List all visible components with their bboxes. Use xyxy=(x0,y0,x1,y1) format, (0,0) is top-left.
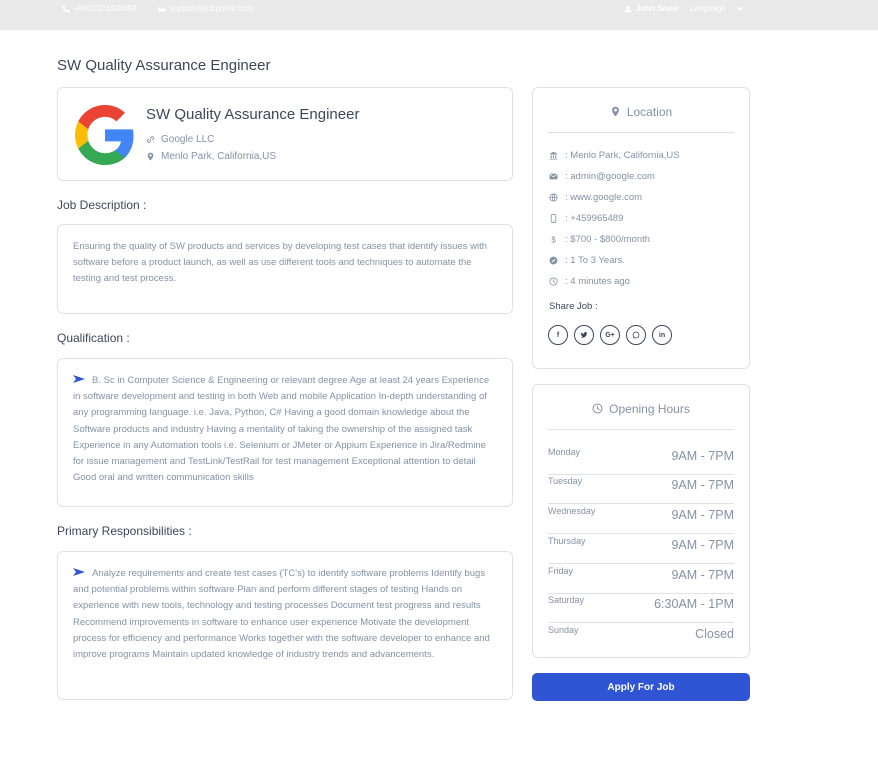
company-link[interactable]: Google LLC xyxy=(146,134,214,145)
globe-icon xyxy=(549,193,558,202)
dollar-icon: $ xyxy=(551,235,556,244)
hours-time: 9AM - 7PM xyxy=(671,538,734,552)
share-job-label: Share Job : xyxy=(549,301,598,312)
hours-day: Tuesday xyxy=(548,476,583,486)
hours-row-tuesday: Tuesday 9AM - 7PM xyxy=(548,474,734,504)
opening-hours-title: Opening Hours xyxy=(609,402,690,416)
responsibilities-card: Analyze requirements and create test cas… xyxy=(57,551,513,700)
language-label: Language xyxy=(690,4,726,13)
info-phone-text: : +459965489 xyxy=(565,213,624,224)
info-email[interactable]: : admin@google.com xyxy=(549,171,655,182)
info-salary-text: : $700 - $800/month xyxy=(565,234,651,245)
location-card-header: Location xyxy=(548,105,734,133)
page-title: SW Quality Assurance Engineer xyxy=(57,57,271,74)
topbar-phone-text: +8801521426893 xyxy=(74,4,137,13)
info-address-text: : Menlo Park, California,US xyxy=(565,150,680,161)
hours-time: 9AM - 7PM xyxy=(671,508,734,522)
topbar-email-text: support@jobportal.com xyxy=(170,4,253,13)
hours-time: 9AM - 7PM xyxy=(671,478,734,492)
company-name: Google LLC xyxy=(161,134,215,145)
hours-day: Sunday xyxy=(548,625,579,635)
hours-time: 9AM - 7PM xyxy=(671,568,734,582)
info-experience: : 1 To 3 Years. xyxy=(549,255,625,266)
job-description-text: Ensuring the quality of SW products and … xyxy=(73,241,487,285)
map-pin-icon xyxy=(611,106,619,117)
mail-icon xyxy=(549,173,558,180)
apply-for-job-button[interactable]: Apply For Job xyxy=(532,673,750,701)
user-icon xyxy=(624,5,632,12)
hours-row-friday: Friday 9AM - 7PM xyxy=(548,564,734,594)
arrow-right-icon xyxy=(73,568,85,576)
hours-row-monday: Monday 9AM - 7PM xyxy=(548,445,734,475)
location-card-title: Location xyxy=(626,105,673,119)
smartphone-icon xyxy=(550,214,557,223)
qualification-text: B. Sc in Computer Science & Engineering … xyxy=(73,375,490,484)
twitter-icon[interactable] xyxy=(574,325,594,345)
clock-icon xyxy=(549,277,558,286)
topbar-phone[interactable]: +8801521426893 xyxy=(62,4,137,13)
clock-icon xyxy=(592,403,603,414)
caret-down-icon xyxy=(736,7,743,11)
google-logo-icon xyxy=(75,105,134,165)
opening-hours-card: Opening Hours Monday 9AM - 7PM Tuesday 9… xyxy=(532,384,750,658)
responsibilities-heading: Primary Responsibilities : xyxy=(57,524,192,538)
qualification-card: B. Sc in Computer Science & Engineering … xyxy=(57,358,513,507)
language-dropdown[interactable]: Language xyxy=(690,4,744,13)
info-phone[interactable]: : +459965489 xyxy=(549,213,623,224)
info-posted: : 4 minutes ago xyxy=(549,276,630,287)
hours-row-sunday: Sunday Closed xyxy=(548,623,734,653)
whatsapp-glyph-icon xyxy=(632,331,640,339)
hours-time: 6:30AM - 1PM xyxy=(654,597,734,611)
bank-icon xyxy=(549,151,558,160)
link-icon xyxy=(146,136,155,143)
job-location: Menlo Park, California,US xyxy=(146,151,276,162)
job-title: SW Quality Assurance Engineer xyxy=(146,106,360,123)
social-share-links: f G+ in xyxy=(548,325,672,345)
info-address: : Menlo Park, California,US xyxy=(549,150,680,161)
info-posted-text: : 4 minutes ago xyxy=(565,276,630,287)
job-header-card: SW Quality Assurance Engineer Google LLC… xyxy=(57,87,513,181)
hours-row-wednesday: Wednesday 9AM - 7PM xyxy=(548,504,734,534)
shield-icon xyxy=(549,256,558,265)
hours-day: Thursday xyxy=(548,536,586,546)
info-experience-text: : 1 To 3 Years. xyxy=(565,255,626,266)
hours-row-thursday: Thursday 9AM - 7PM xyxy=(548,534,734,564)
hours-day: Monday xyxy=(548,447,581,457)
topbar-email[interactable]: support@jobportal.com xyxy=(158,4,253,13)
hours-day: Saturday xyxy=(548,595,585,605)
linkedin-icon[interactable]: in xyxy=(652,325,672,345)
job-location-text: Menlo Park, California,US xyxy=(161,151,277,162)
mail-icon xyxy=(158,6,166,11)
job-description-heading: Job Description : xyxy=(57,198,147,212)
hours-day: Friday xyxy=(548,566,574,576)
qualification-heading: Qualification : xyxy=(57,331,130,345)
hours-row-saturday: Saturday 6:30AM - 1PM xyxy=(548,593,734,623)
location-card: Location : Menlo Park, California,US : a… xyxy=(532,87,750,369)
info-website-text: : www.google.com xyxy=(565,192,643,203)
whatsapp-icon[interactable] xyxy=(626,325,646,345)
twitter-bird-icon xyxy=(580,332,588,338)
hours-time: 9AM - 7PM xyxy=(671,449,734,463)
phone-icon xyxy=(62,5,70,12)
job-description-card: Ensuring the quality of SW products and … xyxy=(57,224,513,314)
google-plus-icon[interactable]: G+ xyxy=(600,325,620,345)
facebook-icon[interactable]: f xyxy=(548,325,568,345)
arrow-right-icon xyxy=(73,375,85,383)
topbar-user-name: John Snow xyxy=(636,4,679,13)
map-pin-icon xyxy=(147,152,154,161)
info-email-text: : admin@google.com xyxy=(565,171,655,182)
svg-text:$: $ xyxy=(551,235,556,244)
hours-day: Wednesday xyxy=(548,506,596,516)
top-bar: +8801521426893 support@jobportal.com Joh… xyxy=(0,0,878,30)
responsibilities-text: Analyze requirements and create test cas… xyxy=(73,568,490,661)
info-website[interactable]: : www.google.com xyxy=(549,192,642,203)
hours-time: Closed xyxy=(695,627,734,641)
info-salary: $ : $700 - $800/month xyxy=(549,234,650,245)
opening-hours-header: Opening Hours xyxy=(548,402,734,430)
topbar-user[interactable]: John Snow xyxy=(624,4,679,13)
